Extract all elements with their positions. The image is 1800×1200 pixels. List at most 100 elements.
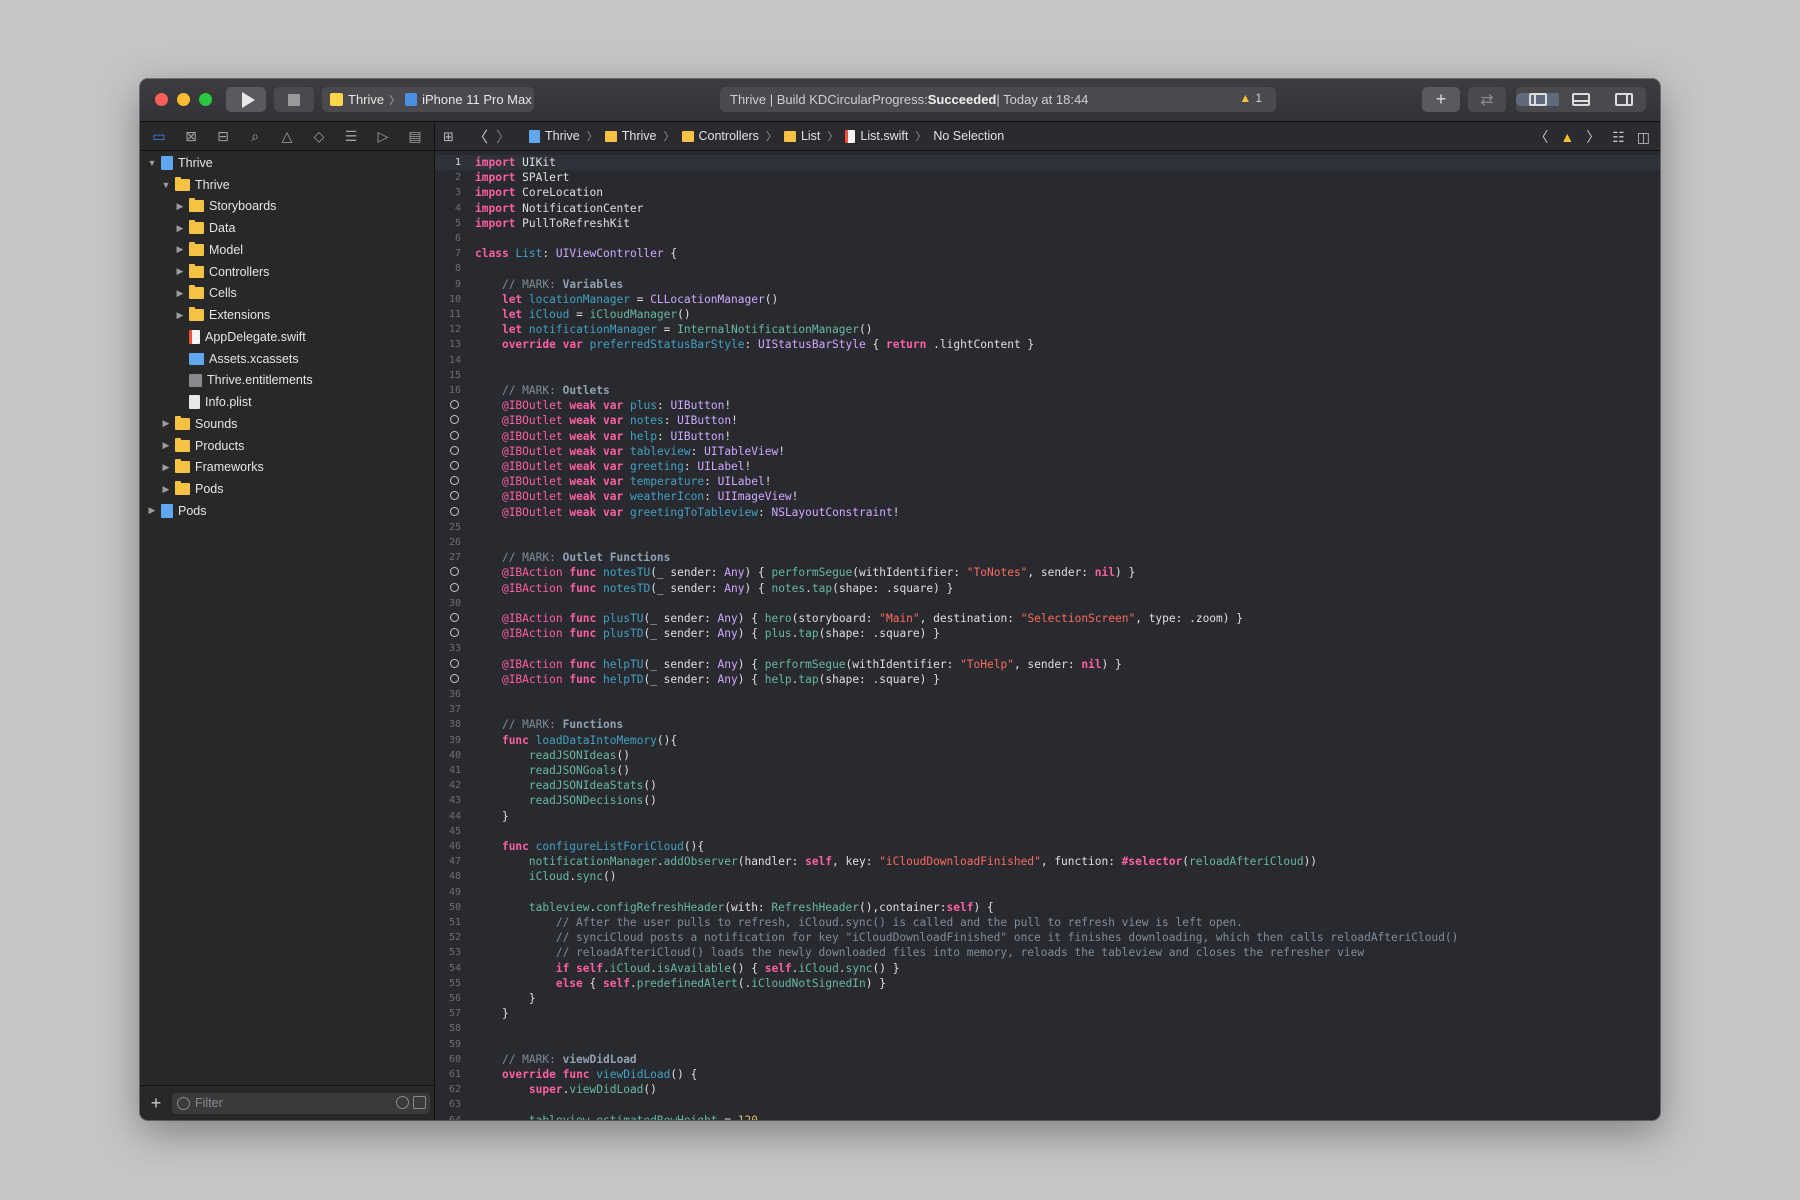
source-control-filter-icon[interactable] [413, 1095, 426, 1109]
add-editor-icon[interactable]: ◫ [1637, 129, 1650, 146]
code-line[interactable]: 57 } [435, 1006, 1660, 1021]
outlet-connection-icon[interactable] [450, 582, 459, 592]
outlet-connection-icon[interactable] [450, 415, 459, 425]
breadcrumb-item[interactable]: Thrive [604, 129, 657, 143]
disclosure-triangle-icon[interactable]: ▶ [174, 223, 186, 234]
tree-item-model[interactable]: ▶ Model [140, 239, 434, 261]
stop-button[interactable] [274, 87, 314, 112]
outlet-connection-icon[interactable] [450, 673, 459, 683]
outlet-connection-icon[interactable] [450, 445, 459, 455]
tree-item-data[interactable]: ▶ Data [140, 217, 434, 239]
code-area[interactable]: 1 import UIKit 2 import SPAlert 3 import Core… [435, 151, 1660, 1120]
tree-item-pods[interactable]: ▶ Pods [140, 478, 434, 500]
next-issue-icon[interactable]: 〉 [1586, 127, 1600, 147]
filter-field[interactable]: Filter [172, 1092, 430, 1114]
code-line[interactable]: 55 else { self.predefinedAlert(.iCloudNo… [435, 976, 1660, 991]
recent-files-icon[interactable] [396, 1095, 409, 1109]
code-line[interactable]: 56 } [435, 991, 1660, 1006]
code-line[interactable]: @IBAction func notesTU(_ sender: Any) { … [435, 565, 1660, 580]
code-line[interactable]: 49 [435, 885, 1660, 900]
code-line[interactable]: 37 [435, 702, 1660, 717]
test-navigator-tab[interactable]: ◇ [308, 127, 330, 145]
code-line[interactable]: 54 if self.iCloud.isAvailable() { self.i… [435, 961, 1660, 976]
breakpoint-navigator-tab[interactable]: ▷ [372, 127, 394, 145]
code-line[interactable]: 26 [435, 535, 1660, 550]
add-file-button[interactable]: + [148, 1093, 164, 1114]
code-line[interactable]: 48 iCloud.sync() [435, 869, 1660, 884]
outlet-connection-icon[interactable] [450, 658, 459, 668]
code-line[interactable]: @IBOutlet weak var tableview: UITableVie… [435, 444, 1660, 459]
code-line[interactable]: 1 import UIKit [435, 155, 1660, 171]
code-line[interactable]: @IBOutlet weak var temperature: UILabel! [435, 474, 1660, 489]
outlet-connection-icon[interactable] [450, 628, 459, 638]
code-line[interactable]: 14 [435, 353, 1660, 368]
code-line[interactable]: 33 [435, 641, 1660, 656]
code-line[interactable]: 5 import PullToRefreshKit [435, 216, 1660, 231]
warning-icon[interactable]: ▲ [1560, 129, 1574, 145]
close-window-button[interactable] [155, 93, 168, 106]
code-line[interactable]: 51 // After the user pulls to refresh, i… [435, 915, 1660, 930]
outlet-connection-icon[interactable] [450, 476, 459, 486]
code-line[interactable]: 44 } [435, 809, 1660, 824]
toggle-inspector-button[interactable] [1603, 93, 1646, 106]
code-line[interactable]: 41 readJSONGoals() [435, 763, 1660, 778]
code-line[interactable]: 46 func configureListForiCloud(){ [435, 839, 1660, 854]
code-line[interactable]: 30 [435, 596, 1660, 611]
code-line[interactable]: 61 override func viewDidLoad() { [435, 1067, 1660, 1082]
code-line[interactable]: 52 // synciCloud posts a notification fo… [435, 930, 1660, 945]
library-button[interactable]: + [1422, 87, 1460, 112]
code-line[interactable]: 38 // MARK: Functions [435, 717, 1660, 732]
code-line[interactable]: @IBOutlet weak var greeting: UILabel! [435, 459, 1660, 474]
tree-item-assets-xcassets[interactable]: Assets.xcassets [140, 348, 434, 370]
minimize-window-button[interactable] [177, 93, 190, 106]
disclosure-triangle-icon[interactable]: ▼ [146, 158, 158, 168]
tree-item-sounds[interactable]: ▶ Sounds [140, 413, 434, 435]
disclosure-triangle-icon[interactable]: ▼ [160, 180, 172, 190]
code-line[interactable]: 10 let locationManager = CLLocationManag… [435, 292, 1660, 307]
code-line[interactable]: 40 readJSONIdeas() [435, 748, 1660, 763]
project-navigator-tab[interactable]: ▭ [148, 127, 170, 145]
disclosure-triangle-icon[interactable]: ▶ [174, 201, 186, 212]
code-line[interactable]: 3 import CoreLocation [435, 185, 1660, 200]
code-line[interactable]: 8 [435, 261, 1660, 276]
tree-item-thrive-entitlements[interactable]: Thrive.entitlements [140, 370, 434, 392]
breadcrumb-item[interactable]: List.swift [845, 129, 908, 143]
code-line[interactable]: 4 import NotificationCenter [435, 201, 1660, 216]
report-navigator-tab[interactable]: ▤ [404, 127, 426, 145]
code-line[interactable]: 45 [435, 824, 1660, 839]
tree-item-thrive[interactable]: ▼ Thrive [140, 174, 434, 196]
breadcrumb-item[interactable]: List [783, 129, 820, 143]
code-line[interactable]: 53 // reloadAfteriCloud() loads the newl… [435, 945, 1660, 960]
code-line[interactable]: @IBAction func helpTD(_ sender: Any) { h… [435, 672, 1660, 687]
scheme-selector[interactable]: Thrive 〉 iPhone 11 Pro Max [322, 87, 534, 112]
code-line[interactable]: 16 // MARK: Outlets [435, 383, 1660, 398]
code-line[interactable]: 39 func loadDataIntoMemory(){ [435, 733, 1660, 748]
code-line[interactable]: @IBOutlet weak var greetingToTableview: … [435, 505, 1660, 520]
outlet-connection-icon[interactable] [450, 506, 459, 516]
code-line[interactable]: 58 [435, 1021, 1660, 1036]
disclosure-triangle-icon[interactable]: ▶ [174, 266, 186, 277]
outlet-connection-icon[interactable] [450, 430, 459, 440]
disclosure-triangle-icon[interactable]: ▶ [174, 244, 186, 255]
code-line[interactable]: 64 tableview.estimatedRowHeight = 120 [435, 1113, 1660, 1120]
code-line[interactable]: 47 notificationManager.addObserver(handl… [435, 854, 1660, 869]
disclosure-triangle-icon[interactable]: ▶ [174, 288, 186, 299]
tree-item-products[interactable]: ▶ Products [140, 435, 434, 457]
code-line[interactable]: 62 super.viewDidLoad() [435, 1082, 1660, 1097]
symbol-navigator-tab[interactable]: ⊟ [212, 127, 234, 145]
code-line[interactable]: 6 [435, 231, 1660, 246]
zoom-window-button[interactable] [199, 93, 212, 106]
run-button[interactable] [226, 87, 266, 112]
code-line[interactable]: @IBOutlet weak var help: UIButton! [435, 429, 1660, 444]
code-review-button[interactable]: ⇄ [1468, 87, 1506, 112]
outlet-connection-icon[interactable] [450, 491, 459, 501]
tree-item-thrive[interactable]: ▼ Thrive [140, 152, 434, 174]
disclosure-triangle-icon[interactable]: ▶ [160, 462, 172, 473]
tree-item-frameworks[interactable]: ▶ Frameworks [140, 457, 434, 479]
code-line[interactable]: 63 [435, 1097, 1660, 1112]
breadcrumb-item[interactable]: Controllers [681, 129, 759, 143]
code-line[interactable]: 13 override var preferredStatusBarStyle:… [435, 337, 1660, 352]
outlet-connection-icon[interactable] [450, 461, 459, 470]
code-line[interactable]: 25 [435, 520, 1660, 535]
tree-item-appdelegate-swift[interactable]: AppDelegate.swift [140, 326, 434, 348]
